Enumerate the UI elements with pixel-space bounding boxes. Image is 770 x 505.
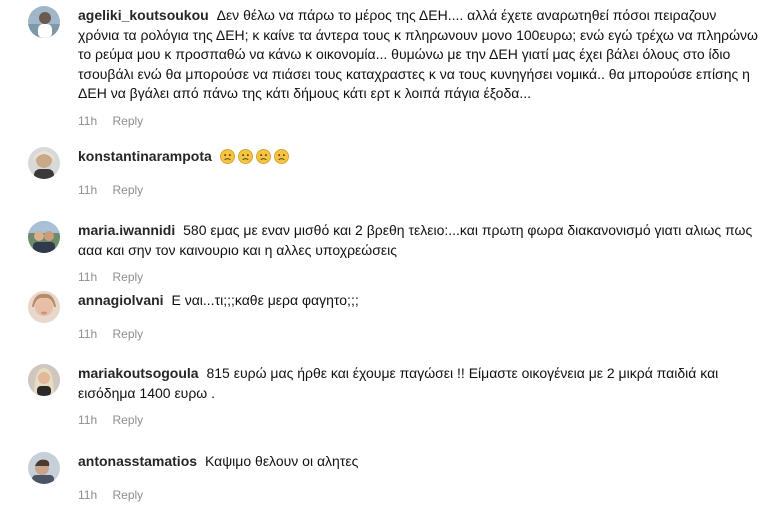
comment-username[interactable]: maria.iwannidi: [78, 222, 175, 238]
reply-button[interactable]: Reply: [112, 183, 143, 197]
comment-item: annagiolvani Ε ναι...τι;;;καθε μερα φαγη…: [28, 291, 760, 341]
comment-time[interactable]: 11h: [78, 114, 97, 128]
comment-meta: 11h Reply: [78, 270, 760, 284]
comment-item: antonasstamatios Καψιμο θελουν οι αλητες…: [28, 452, 760, 502]
comment-username[interactable]: konstantinarampota: [78, 148, 212, 164]
avatar[interactable]: [28, 452, 60, 484]
crying-face-icon: [273, 149, 289, 164]
crying-face-icon: [219, 149, 235, 164]
comment-body: mariakoutsogoula 815 ευρώ μας ήρθε και έ…: [78, 364, 760, 403]
reply-button[interactable]: Reply: [112, 488, 143, 502]
comment-meta: 11h Reply: [78, 413, 760, 427]
avatar[interactable]: [28, 291, 60, 323]
comment-body: annagiolvani Ε ναι...τι;;;καθε μερα φαγη…: [78, 291, 760, 311]
comment-time[interactable]: 11h: [78, 488, 97, 502]
reply-button[interactable]: Reply: [112, 270, 143, 284]
avatar[interactable]: [28, 147, 60, 179]
crying-face-icon: [255, 149, 271, 164]
avatar[interactable]: [28, 221, 60, 253]
comment-username[interactable]: antonasstamatios: [78, 453, 197, 469]
comment-body: maria.iwannidi 580 εμας με εναν μισθό κα…: [78, 221, 760, 260]
comment-text: Καψιμο θελουν οι αλητες: [204, 453, 359, 469]
comment-text: Ε ναι...τι;;;καθε μερα φαγητο;;;: [171, 292, 359, 308]
comment-meta: 11h Reply: [78, 488, 760, 502]
comment-body: antonasstamatios Καψιμο θελουν οι αλητες: [78, 452, 760, 472]
reply-button[interactable]: Reply: [112, 413, 143, 427]
comment-username[interactable]: annagiolvani: [78, 292, 164, 308]
reply-button[interactable]: Reply: [112, 114, 143, 128]
crying-face-icon: [237, 149, 253, 164]
comment-meta: 11h Reply: [78, 327, 760, 341]
comment-meta: 11h Reply: [78, 183, 760, 197]
reply-button[interactable]: Reply: [112, 327, 143, 341]
comment-time[interactable]: 11h: [78, 270, 97, 284]
avatar[interactable]: [28, 6, 60, 38]
comment-time[interactable]: 11h: [78, 183, 97, 197]
comment-time[interactable]: 11h: [78, 413, 97, 427]
avatar[interactable]: [28, 364, 60, 396]
comment-item: maria.iwannidi 580 εμας με εναν μισθό κα…: [28, 221, 760, 284]
comment-username[interactable]: ageliki_koutsoukou: [78, 7, 209, 23]
comment-body: konstantinarampota: [78, 147, 760, 167]
comment-meta: 11h Reply: [78, 114, 760, 128]
comment-time[interactable]: 11h: [78, 327, 97, 341]
comment-item: mariakoutsogoula 815 ευρώ μας ήρθε και έ…: [28, 364, 760, 427]
comment-item: konstantinarampota 11h Reply: [28, 147, 760, 197]
comment-username[interactable]: mariakoutsogoula: [78, 365, 199, 381]
comment-text: 580 εμας με εναν μισθό και 2 βρεθη τελει…: [78, 222, 753, 258]
comment-body: ageliki_koutsoukou Δεν θέλω να πάρω το μ…: [78, 6, 760, 104]
comment-item: ageliki_koutsoukou Δεν θέλω να πάρω το μ…: [28, 6, 760, 128]
